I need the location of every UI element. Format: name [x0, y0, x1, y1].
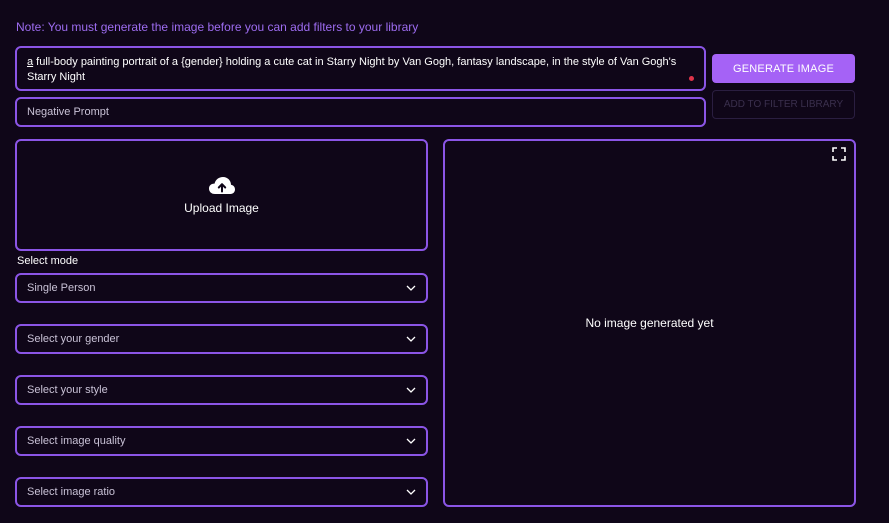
chevron-down-icon: [406, 387, 416, 393]
chevron-down-icon: [406, 336, 416, 342]
prompt-text: full-body painting portrait of a {gender…: [27, 56, 677, 83]
mode-select-value: Single Person: [27, 282, 96, 294]
chevron-down-icon: [406, 285, 416, 291]
fullscreen-icon[interactable]: [832, 147, 846, 161]
select-mode-label: Select mode: [17, 255, 79, 267]
ratio-select[interactable]: Select image ratio: [15, 477, 428, 507]
negative-prompt-input[interactable]: Negative Prompt: [15, 97, 706, 127]
chevron-down-icon: [406, 438, 416, 444]
add-to-filter-library-button[interactable]: ADD TO FILTER LIBRARY: [712, 90, 855, 119]
style-select[interactable]: Select your style: [15, 375, 428, 405]
no-image-message: No image generated yet: [585, 316, 714, 330]
chevron-down-icon: [406, 489, 416, 495]
generate-first-note: Note: You must generate the image before…: [16, 20, 419, 34]
quality-select[interactable]: Select image quality: [15, 426, 428, 456]
style-select-value: Select your style: [27, 384, 108, 396]
upload-image-label: Upload Image: [184, 201, 259, 215]
image-preview-panel: No image generated yet: [443, 139, 856, 507]
mode-select[interactable]: Single Person: [15, 273, 428, 303]
upload-image-dropzone[interactable]: Upload Image: [15, 139, 428, 251]
gender-select[interactable]: Select your gender: [15, 324, 428, 354]
gender-select-value: Select your gender: [27, 333, 120, 345]
recording-indicator-dot: [689, 76, 694, 81]
prompt-textarea[interactable]: a full-body painting portrait of a {gend…: [15, 46, 706, 91]
cloud-upload-icon: [208, 177, 235, 194]
generate-image-button[interactable]: GENERATE IMAGE: [712, 54, 855, 83]
ratio-select-value: Select image ratio: [27, 486, 116, 498]
negative-prompt-placeholder: Negative Prompt: [27, 106, 109, 118]
quality-select-value: Select image quality: [27, 435, 126, 447]
